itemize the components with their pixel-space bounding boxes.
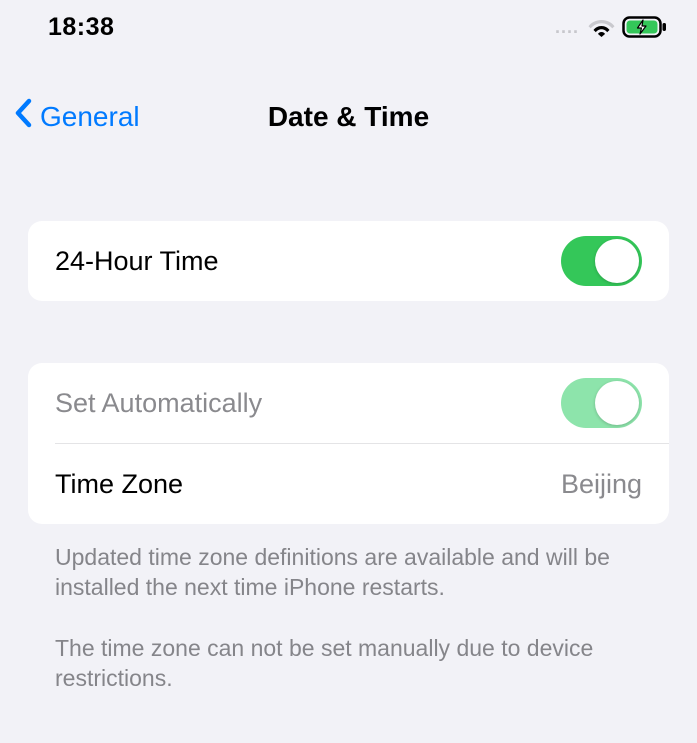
footer-line-2: The time zone can not be set manually du… xyxy=(55,633,642,694)
toggle-set-automatically xyxy=(561,378,642,428)
battery-charging-icon xyxy=(622,16,667,38)
cellular-dots-icon: .... xyxy=(555,17,579,38)
toggle-24-hour[interactable] xyxy=(561,236,642,286)
row-timezone-label: Time Zone xyxy=(55,469,183,500)
section-timezone: Set Automatically Time Zone Beijing xyxy=(28,363,669,524)
page-title: Date & Time xyxy=(268,101,429,133)
status-icons: .... xyxy=(555,16,667,38)
row-24-hour-label: 24-Hour Time xyxy=(55,246,219,277)
wifi-icon xyxy=(588,17,615,37)
row-24-hour: 24-Hour Time xyxy=(28,221,669,301)
toggle-knob xyxy=(595,239,639,283)
chevron-left-icon xyxy=(14,98,34,135)
back-label: General xyxy=(40,101,140,133)
row-set-automatically: Set Automatically xyxy=(28,363,669,443)
back-button[interactable]: General xyxy=(14,98,140,135)
section-time-format: 24-Hour Time xyxy=(28,221,669,301)
row-set-auto-label: Set Automatically xyxy=(55,388,262,419)
status-time: 18:38 xyxy=(48,13,114,42)
status-bar: 18:38 .... xyxy=(0,0,697,54)
footer-text: Updated time zone definitions are availa… xyxy=(28,542,669,693)
toggle-knob xyxy=(595,381,639,425)
row-timezone[interactable]: Time Zone Beijing xyxy=(28,444,669,524)
row-timezone-value: Beijing xyxy=(561,469,642,500)
nav-bar: General Date & Time xyxy=(0,84,697,149)
footer-line-1: Updated time zone definitions are availa… xyxy=(55,542,642,603)
